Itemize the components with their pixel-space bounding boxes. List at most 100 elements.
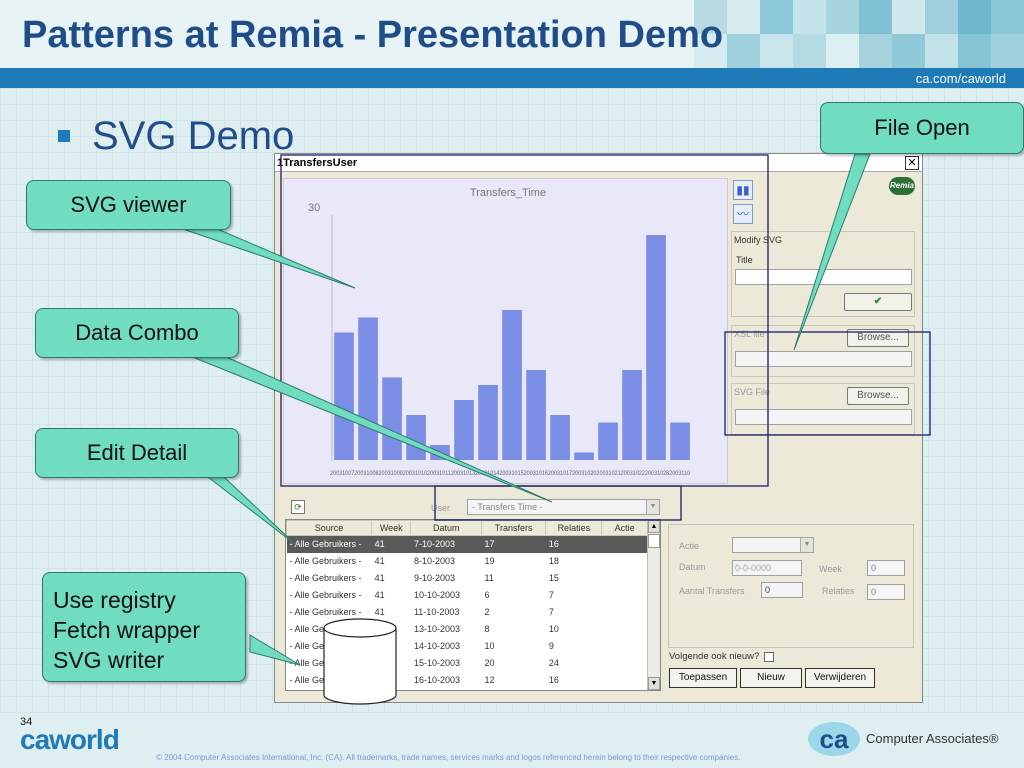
aantal-transfers-label: Aantal Transfers	[679, 586, 745, 596]
chevron-down-icon[interactable]: ▼	[646, 500, 659, 514]
xsl-file-input[interactable]	[735, 351, 912, 367]
column-header[interactable]: Actie	[601, 520, 648, 536]
actie-select[interactable]: ▼	[732, 537, 814, 553]
table-cell: 41	[374, 607, 385, 617]
aantal-transfers-input[interactable]: 0	[761, 582, 803, 598]
svg-file-input[interactable]	[735, 409, 912, 425]
table-cell: 2	[484, 607, 490, 617]
relaties-label: Relaties	[822, 586, 855, 596]
bullet-icon	[58, 130, 70, 142]
chart-bar	[526, 370, 546, 460]
volgende-checkbox[interactable]	[764, 652, 774, 662]
x-tick-labels: 2003100720031008200310092003101020031011…	[330, 470, 690, 477]
scroll-up-icon[interactable]: ▲	[648, 520, 660, 533]
table-scrollbar[interactable]: ▲ ▼	[647, 520, 660, 690]
ok-button[interactable]: ✔	[844, 293, 912, 311]
chart-bar	[478, 385, 498, 460]
chart-bar	[550, 415, 570, 460]
table-cell: - Alle Gebruikers -	[289, 573, 362, 583]
refresh-icon[interactable]: ⟳	[291, 500, 305, 514]
table-row[interactable]: - Alle Gebruikers - 41 8-10-2003 19 18	[287, 553, 648, 570]
chart-bar	[430, 445, 450, 460]
header-bar	[0, 68, 1024, 88]
svg-chart-viewer: Transfers_Time 30 2003100720031008200310…	[283, 178, 728, 484]
week-input[interactable]: 0	[867, 560, 905, 576]
table-cell: 19	[484, 556, 495, 566]
column-header[interactable]: Transfers	[480, 520, 547, 536]
copyright-text: © 2004 Computer Associates International…	[156, 753, 741, 762]
callout-data-combo: Data Combo	[35, 308, 239, 358]
table-row[interactable]: - Alle Gebruikers - 42 16-10-2003 12 16	[287, 672, 648, 689]
table-row[interactable]: - Alle Gebruikers - 41 11-10-2003 2 7	[287, 604, 648, 621]
callout-edit-detail: Edit Detail	[35, 428, 239, 478]
new-label: Nieuw	[757, 672, 785, 683]
slide-title: Patterns at Remia - Presentation Demo	[22, 14, 724, 56]
table-cell: 42	[374, 675, 385, 685]
table-row[interactable]: - Alle Gebruikers - 42 13-10-2003 8 10	[287, 621, 648, 638]
ca-logo: ca	[808, 722, 860, 756]
svg-file-label: SVG File	[734, 387, 771, 397]
chart-bar	[502, 310, 522, 460]
table-cell	[602, 604, 648, 621]
table-cell: 9-10-2003	[413, 573, 456, 583]
table-cell: - Alle Gebruikers -	[286, 535, 372, 553]
bar-chart-icon[interactable]: ▮▮	[733, 180, 753, 200]
delete-button[interactable]: Verwijderen	[805, 668, 875, 688]
bar-chart: Transfers_Time 30 2003100720031008200310…	[308, 187, 690, 477]
chart-title: Transfers_Time	[470, 187, 546, 199]
datum-input[interactable]: 0-0-0000	[732, 560, 802, 576]
column-header[interactable]: Datum	[410, 520, 482, 536]
table-cell: - Alle Gebruikers -	[289, 658, 362, 668]
apply-button[interactable]: Toepassen	[669, 668, 737, 688]
y-tick-label: 30	[308, 202, 320, 214]
column-header[interactable]: Week	[371, 520, 412, 536]
column-header[interactable]: Source	[286, 520, 373, 536]
table-cell	[602, 638, 648, 655]
title-input[interactable]	[735, 269, 912, 285]
chevron-down-icon[interactable]: ▼	[800, 538, 813, 552]
modify-svg-label: Modify SVG	[734, 235, 783, 245]
xsl-browse-button[interactable]: Browse...	[847, 329, 909, 347]
close-icon[interactable]: ✕	[905, 156, 919, 170]
table-cell: - Alle Gebruikers -	[289, 624, 362, 634]
line-chart-icon[interactable]: 〰	[733, 204, 753, 224]
table-cell: 7	[548, 607, 554, 617]
table-cell: 20	[484, 658, 495, 668]
table-cell: 6	[484, 590, 490, 600]
table-cell: - Alle Gebruikers -	[289, 675, 362, 685]
table-cell: 18	[548, 556, 559, 566]
table-row[interactable]: - Alle Gebruikers - 42 14-10-2003 10 9	[287, 638, 648, 655]
table-cell: 42	[374, 658, 385, 668]
table-cell	[601, 535, 648, 553]
header-decoration	[694, 0, 1024, 68]
relaties-input[interactable]: 0	[867, 584, 905, 600]
table-row[interactable]: - Alle Gebruikers -41 7-10-2003 17 16	[286, 535, 648, 553]
table-row[interactable]: - Alle Gebruikers - 41 9-10-2003 11 15	[287, 570, 648, 587]
table-cell: 41	[374, 556, 385, 566]
column-header[interactable]: Relaties	[545, 520, 603, 536]
table-cell: 12	[484, 675, 495, 685]
table-cell: 41	[374, 573, 385, 583]
volgende-label: Volgende ook nieuw?	[669, 651, 760, 662]
table-cell: 14-10-2003	[413, 641, 461, 651]
table-cell	[602, 672, 648, 689]
callout-registry-line: Use registry	[53, 587, 176, 613]
table-cell: - Alle Gebruikers -	[289, 590, 362, 600]
svg-browse-button[interactable]: Browse...	[847, 387, 909, 405]
callout-registry-line: Fetch wrapper	[53, 617, 201, 643]
new-button[interactable]: Nieuw	[740, 668, 802, 688]
table-cell: - Alle Gebruikers -	[289, 607, 362, 617]
header-url: ca.com/caworld	[915, 71, 1006, 86]
table-cell: 7-10-2003	[410, 535, 482, 553]
table-cell: 15-10-2003	[413, 658, 461, 668]
scroll-thumb[interactable]	[648, 534, 660, 548]
data-combo[interactable]: - Transfers Time - ▼	[467, 499, 660, 515]
delete-label: Verwijderen	[813, 672, 867, 683]
chart-bar	[598, 422, 618, 460]
remia-logo: Remia	[889, 177, 915, 195]
table-row[interactable]: - Alle Gebruikers - 42 15-10-2003 20 24	[287, 655, 648, 672]
table-cell: 10	[548, 624, 559, 634]
chart-bar	[382, 377, 402, 460]
scroll-down-icon[interactable]: ▼	[648, 677, 660, 690]
table-row[interactable]: - Alle Gebruikers - 41 10-10-2003 6 7	[287, 587, 648, 604]
